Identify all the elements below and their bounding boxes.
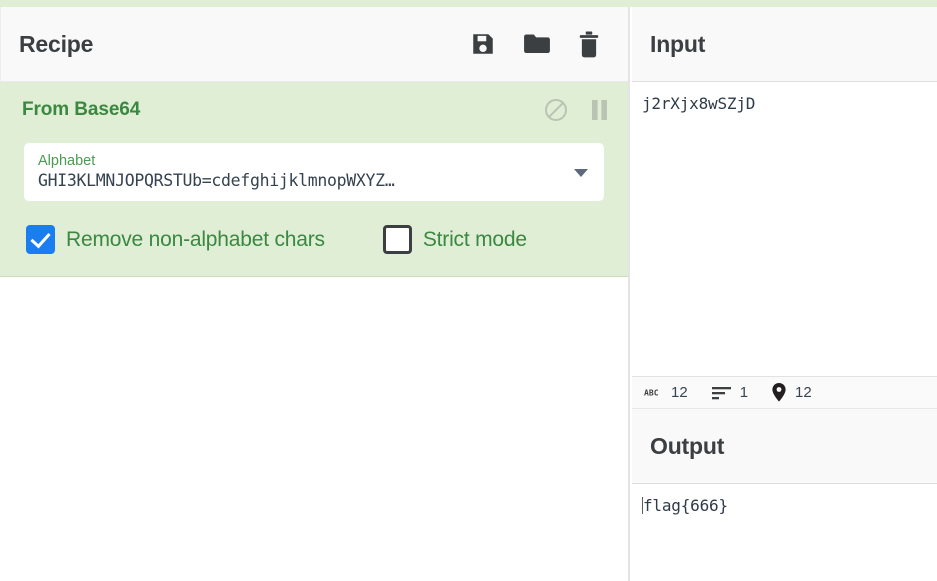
operation-header: From Base64: [0, 82, 628, 138]
alphabet-label: Alphabet: [38, 153, 96, 169]
top-accent-strip: [0, 0, 937, 7]
output-text[interactable]: flag{666}: [632, 484, 937, 515]
io-column: Input j2rXjx8wSZjD ABC 12 1 12 Output fl…: [632, 7, 937, 581]
alphabet-field[interactable]: Alphabet GHI3KLMNJOPQRSTUb=cdefghijklmno…: [24, 143, 604, 201]
input-panel[interactable]: j2rXjx8wSZjD: [632, 82, 937, 376]
recipe-operation-from-base64[interactable]: From Base64 Alphabet GHI3KLMNJOPQRSTUb=c…: [0, 82, 628, 277]
status-position: 12: [772, 383, 812, 402]
operation-argument-alphabet: Alphabet GHI3KLMNJOPQRSTUb=cdefghijklmno…: [24, 143, 604, 201]
lines-icon: [711, 386, 731, 399]
recipe-panel: Recipe From Base64 Alphabet GHI3KLMNJOPQ…: [0, 7, 630, 581]
remove-non-alphabet-chars-label: Remove non-alphabet chars: [66, 227, 325, 251]
trash-icon[interactable]: [578, 31, 600, 58]
pause-icon[interactable]: [591, 99, 608, 121]
output-title-bar: Output: [632, 409, 937, 484]
strict-mode-label: Strict mode: [422, 227, 527, 251]
operation-header-icons: [544, 98, 608, 122]
save-icon[interactable]: [470, 31, 496, 57]
input-title: Input: [650, 30, 706, 57]
recipe-controls: [470, 31, 614, 58]
checkbox-checked-icon[interactable]: [26, 225, 55, 254]
folder-icon[interactable]: [523, 31, 551, 57]
strict-mode-checkbox[interactable]: Strict mode: [382, 225, 527, 254]
abc-icon: ABC: [644, 388, 659, 398]
map-marker-icon: [772, 383, 786, 402]
cyberchef-app: Recipe From Base64 Alphabet GHI3KLMNJOPQ…: [0, 0, 937, 581]
operation-checkbox-row: Remove non-alphabet chars Strict mode: [26, 225, 628, 254]
output-value: flag{666}: [643, 496, 728, 515]
status-length-value: 12: [671, 384, 688, 401]
status-position-value: 12: [795, 384, 812, 401]
output-panel[interactable]: flag{666}: [632, 484, 937, 581]
page-title: Recipe: [19, 30, 94, 57]
input-textarea[interactable]: j2rXjx8wSZjD: [632, 82, 937, 113]
svg-text:ABC: ABC: [644, 388, 659, 398]
output-title: Output: [650, 432, 725, 459]
chevron-down-icon[interactable]: [574, 169, 588, 177]
recipe-empty-area[interactable]: [0, 277, 628, 525]
disable-icon[interactable]: [544, 98, 568, 122]
alphabet-input[interactable]: GHI3KLMNJOPQRSTUb=cdefghijklmnopWXYZ…: [38, 171, 560, 190]
status-length: ABC 12: [644, 384, 688, 401]
status-lines: 1: [711, 384, 749, 401]
remove-non-alphabet-chars-checkbox[interactable]: Remove non-alphabet chars: [26, 225, 325, 254]
status-lines-value: 1: [739, 384, 749, 401]
checkbox-unchecked-icon[interactable]: [382, 225, 412, 254]
operation-title: From Base64: [22, 99, 141, 120]
recipe-title-bar: Recipe: [0, 7, 628, 82]
input-title-bar: Input: [632, 7, 937, 82]
input-status-bar: ABC 12 1 12: [632, 376, 937, 409]
